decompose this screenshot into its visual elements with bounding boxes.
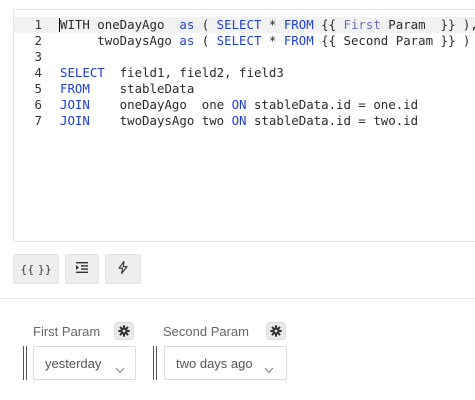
param-value-first: yesterday	[45, 356, 102, 371]
code-line[interactable]: 1 WITH oneDayAgo as ( SELECT * FROM {{ Fi…	[14, 17, 475, 33]
code-token: stableData.id = one.id	[246, 97, 419, 112]
chevron-down-icon	[115, 359, 125, 378]
sql-keyword: ON	[231, 97, 247, 112]
line-number: 5	[34, 81, 42, 96]
code-token: {{ Second Param }} )	[313, 33, 471, 48]
param-select-first[interactable]: yesterday	[33, 346, 136, 380]
code-token: {{	[313, 17, 344, 32]
sql-keyword: FROM	[283, 33, 314, 48]
line-number: 4	[34, 65, 42, 80]
sql-editor[interactable]: 1 WITH oneDayAgo as ( SELECT * FROM {{ Fi…	[13, 9, 475, 242]
code-text: JOIN twoDaysAgo two ON stableData.id = t…	[60, 113, 418, 129]
code-token: twoDaysAgo	[60, 33, 180, 48]
param-label-second: Second Param	[163, 324, 249, 339]
param-drag-handle-first[interactable]	[23, 346, 27, 380]
line-number: 1	[34, 17, 42, 32]
param-drag-handle-second[interactable]	[153, 346, 157, 380]
sql-keyword: SELECT	[216, 33, 262, 48]
sql-keyword: JOIN	[60, 97, 90, 112]
param-select-second[interactable]: two days ago	[164, 346, 287, 380]
code-text: SELECT field1, field2, field3	[60, 65, 284, 81]
sql-keyword: ON	[231, 113, 247, 128]
code-token: stableData	[89, 81, 195, 96]
code-token: *	[261, 33, 284, 48]
chevron-down-icon	[264, 359, 274, 378]
code-line[interactable]: 6 JOIN oneDayAgo one ON stableData.id = o…	[14, 97, 475, 113]
sql-keyword: as	[179, 33, 195, 48]
code-line[interactable]: 7 JOIN twoDaysAgo two ON stableData.id = …	[14, 113, 475, 129]
code-line[interactable]: 3	[14, 49, 475, 65]
format-query-button[interactable]	[65, 254, 99, 284]
sql-keyword: JOIN	[60, 113, 90, 128]
code-token: First	[343, 17, 381, 32]
param-settings-button-first[interactable]	[114, 322, 134, 340]
lightning-bolt-icon	[118, 260, 128, 277]
code-token: *	[261, 17, 284, 32]
text-cursor	[59, 18, 60, 32]
gear-icon	[270, 322, 282, 341]
code-token: field1, field2, field3	[104, 65, 284, 80]
line-number: 6	[34, 97, 42, 112]
code-token: (	[194, 33, 217, 48]
param-label-first: First Param	[33, 324, 101, 339]
sql-keyword: as	[179, 17, 195, 32]
sql-keyword: SELECT	[216, 17, 262, 32]
param-settings-button-second[interactable]	[266, 322, 286, 340]
code-token: stableData.id = two.id	[246, 113, 419, 128]
sql-keyword: SELECT	[60, 65, 105, 80]
code-text: WITH oneDayAgo as ( SELECT * FROM {{ Fir…	[60, 17, 475, 33]
line-number: 2	[34, 33, 42, 48]
sql-keyword: FROM	[60, 81, 90, 96]
line-number: 7	[34, 113, 42, 128]
code-token: oneDayAgo one	[89, 97, 232, 112]
code-token: (	[194, 17, 217, 32]
code-token: WITH oneDayAgo	[60, 17, 180, 32]
section-divider	[0, 298, 475, 299]
code-line[interactable]: 4 SELECT field1, field2, field3	[14, 65, 475, 81]
sql-keyword: FROM	[283, 17, 314, 32]
code-token: Param }} ),	[380, 17, 475, 32]
code-line[interactable]: 5 FROM stableData	[14, 81, 475, 97]
execute-query-button[interactable]	[105, 254, 141, 284]
code-token: twoDaysAgo two	[89, 113, 232, 128]
param-value-second: two days ago	[176, 356, 253, 371]
line-number: 3	[34, 49, 42, 64]
indent-icon	[76, 262, 88, 276]
code-text: twoDaysAgo as ( SELECT * FROM {{ Second …	[60, 33, 470, 49]
code-text: FROM stableData	[60, 81, 194, 97]
add-parameter-button[interactable]: {{ }}	[13, 254, 59, 284]
code-line[interactable]: 2 twoDaysAgo as ( SELECT * FROM {{ Secon…	[14, 33, 475, 49]
add-parameter-label: {{ }}	[20, 262, 52, 276]
gear-icon	[118, 322, 130, 341]
code-text: JOIN oneDayAgo one ON stableData.id = on…	[60, 97, 418, 113]
